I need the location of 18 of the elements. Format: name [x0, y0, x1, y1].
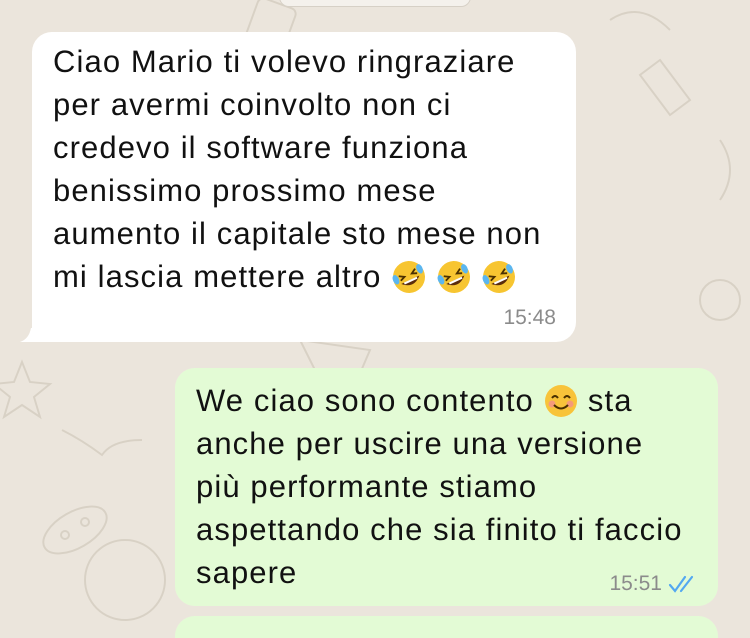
- smiling-emoji-icon: [542, 382, 579, 418]
- rolling-laughing-emoji-icon: [436, 258, 472, 294]
- message-text: più performante stiamo: [196, 468, 538, 504]
- message-text: credevo il software funziona: [53, 130, 468, 166]
- message-text: benissimo prossimo mese: [53, 172, 437, 208]
- message-text: Ciao Mario ti volevo ringraziare: [53, 44, 516, 80]
- message-text: anche per uscire una versione: [196, 426, 644, 462]
- message-text: per avermi coinvolto non ci: [53, 86, 452, 122]
- message-time: 15:48: [503, 306, 556, 330]
- rolling-laughing-emoji-icon: [390, 258, 427, 294]
- message-text: We ciao sono contento: [196, 382, 534, 418]
- rolling-laughing-emoji-icon: [480, 258, 517, 294]
- message-text: mi lascia mettere altro: [53, 258, 382, 294]
- message-time: 15:51: [609, 572, 662, 596]
- message-text: sta: [588, 382, 633, 418]
- message-text: aumento il capitale sto mese non: [53, 216, 542, 252]
- message-text: sapere: [196, 554, 298, 590]
- message-text: aspettando che sia finito ti faccio: [196, 512, 683, 548]
